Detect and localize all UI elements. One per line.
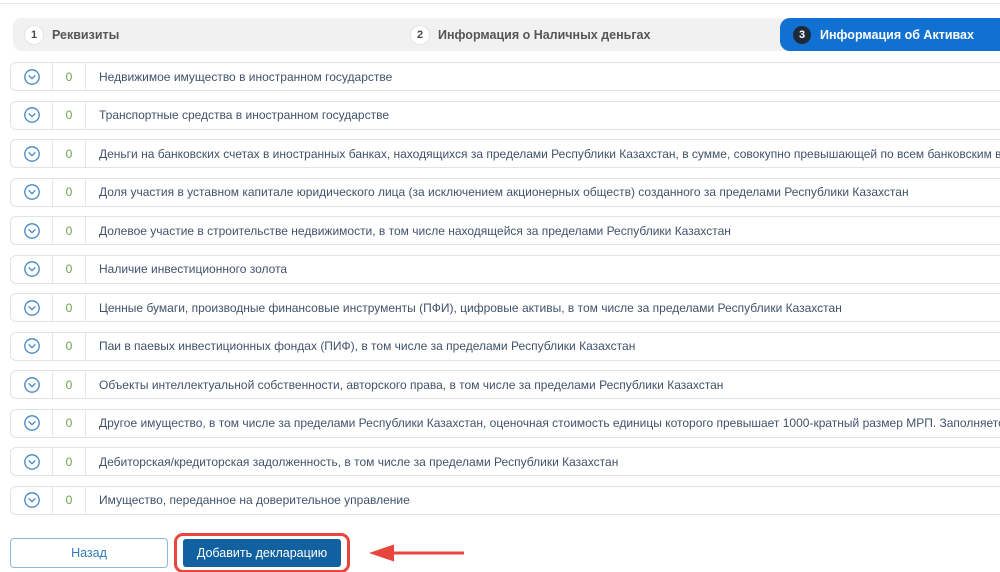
expand-toggle[interactable] <box>11 178 53 206</box>
chevron-down-circle-icon <box>23 145 40 162</box>
row-count: 0 <box>53 332 86 360</box>
annotation-arrow-icon <box>369 544 464 561</box>
row-label: Долевое участие в строительстве недвижим… <box>99 223 731 238</box>
row-count: 0 <box>53 255 86 283</box>
asset-row: 0 Наличие инвестиционного золота <box>10 254 1000 284</box>
asset-row: 0 Объекты интеллектуальной собственности… <box>10 370 1000 399</box>
tab-requisites[interactable]: 1 Реквизиты <box>17 18 127 51</box>
assets-accordion-list: 0 Недвижимое имущество в иностранном гос… <box>0 62 1000 515</box>
expand-toggle[interactable] <box>11 448 53 475</box>
row-label: Недвижимое имущество в иностранном госуд… <box>99 69 393 84</box>
asset-row: 0 Деньги на банковских счетах в иностран… <box>10 139 1000 168</box>
step-number-badge: 2 <box>411 25 429 44</box>
row-label: Дебиторская/кредиторская задолженность, … <box>99 454 619 469</box>
expand-toggle[interactable] <box>11 63 53 90</box>
row-label: Наличие инвестиционного золота <box>99 262 288 276</box>
tab-label: Реквизиты <box>52 27 120 42</box>
asset-row: 0 Транспортные средства в иностранном го… <box>10 100 1000 130</box>
chevron-down-circle-icon <box>23 376 40 393</box>
asset-row: 0 Долевое участие в строительстве недвиж… <box>10 216 1000 245</box>
step-number-badge: 1 <box>25 25 43 44</box>
asset-row: 0 Паи в паевых инвестиционных фондах (ПИ… <box>10 331 1000 361</box>
row-label: Паи в паевых инвестиционных фондах (ПИФ)… <box>99 339 636 353</box>
chevron-down-circle-icon <box>23 107 40 123</box>
row-label: Ценные бумаги, производные финансовые ин… <box>99 300 842 315</box>
row-count: 0 <box>53 448 86 475</box>
expand-toggle[interactable] <box>11 294 53 321</box>
row-count: 0 <box>53 178 86 206</box>
asset-row: 0 Доля участия в уставном капитале юриди… <box>10 177 1000 207</box>
step-number-badge: 3 <box>793 25 811 44</box>
add-declaration-button[interactable]: Добавить декларацию <box>183 538 341 567</box>
row-label: Другое имущество, в том числе за предела… <box>99 416 1000 430</box>
row-label: Деньги на банковских счетах в иностранны… <box>99 146 1000 161</box>
expand-toggle[interactable] <box>11 101 53 129</box>
chevron-down-circle-icon <box>23 68 40 85</box>
chevron-down-circle-icon <box>23 492 40 508</box>
row-count: 0 <box>53 294 86 321</box>
expand-toggle[interactable] <box>11 140 53 167</box>
chevron-down-circle-icon <box>23 184 40 200</box>
footer-actions: Назад Добавить декларацию <box>10 532 1000 572</box>
chevron-down-circle-icon <box>23 222 40 239</box>
row-count: 0 <box>53 409 86 437</box>
asset-row: 0 Имущество, переданное на доверительное… <box>10 485 1000 515</box>
asset-row: 0 Другое имущество, в том числе за преде… <box>10 408 1000 438</box>
row-label: Имущество, переданное на доверительное у… <box>99 493 410 507</box>
row-count: 0 <box>53 371 86 398</box>
asset-row: 0 Дебиторская/кредиторская задолженность… <box>10 447 1000 476</box>
tab-cash-info[interactable]: 2 Информация о Наличных деньгах <box>403 18 658 51</box>
tab-label: Информация о Наличных деньгах <box>438 27 651 42</box>
asset-row: 0 Ценные бумаги, производные финансовые … <box>10 293 1000 322</box>
expand-toggle[interactable] <box>11 486 53 514</box>
expand-toggle[interactable] <box>11 409 53 437</box>
chevron-down-circle-icon <box>23 415 40 431</box>
expand-toggle[interactable] <box>11 332 53 360</box>
top-divider <box>0 3 1000 4</box>
chevron-down-circle-icon <box>23 338 40 354</box>
tab-label: Информация об Активах <box>820 27 974 42</box>
row-label: Транспортные средства в иностранном госу… <box>99 108 390 122</box>
chevron-down-circle-icon <box>23 299 40 316</box>
row-count: 0 <box>53 140 86 167</box>
row-label: Доля участия в уставном капитале юридиче… <box>99 185 909 199</box>
steps-tabbar: 1 Реквизиты 2 Информация о Наличных день… <box>13 18 1000 51</box>
chevron-down-circle-icon <box>23 453 40 470</box>
expand-toggle[interactable] <box>11 217 53 244</box>
annotation-highlight-box: Добавить декларацию <box>174 532 350 572</box>
row-count: 0 <box>53 486 86 514</box>
declaration-form-page: 1 Реквизиты 2 Информация о Наличных день… <box>0 3 1000 572</box>
row-count: 0 <box>53 217 86 244</box>
asset-row: 0 Недвижимое имущество в иностранном гос… <box>10 62 1000 91</box>
expand-toggle[interactable] <box>11 255 53 283</box>
tab-assets-info[interactable]: 3 Информация об Активах <box>780 18 1000 51</box>
chevron-down-circle-icon <box>23 261 40 277</box>
row-label: Объекты интеллектуальной собственности, … <box>99 377 724 392</box>
row-count: 0 <box>53 101 86 129</box>
row-count: 0 <box>53 63 86 90</box>
expand-toggle[interactable] <box>11 371 53 398</box>
back-button[interactable]: Назад <box>10 537 168 568</box>
